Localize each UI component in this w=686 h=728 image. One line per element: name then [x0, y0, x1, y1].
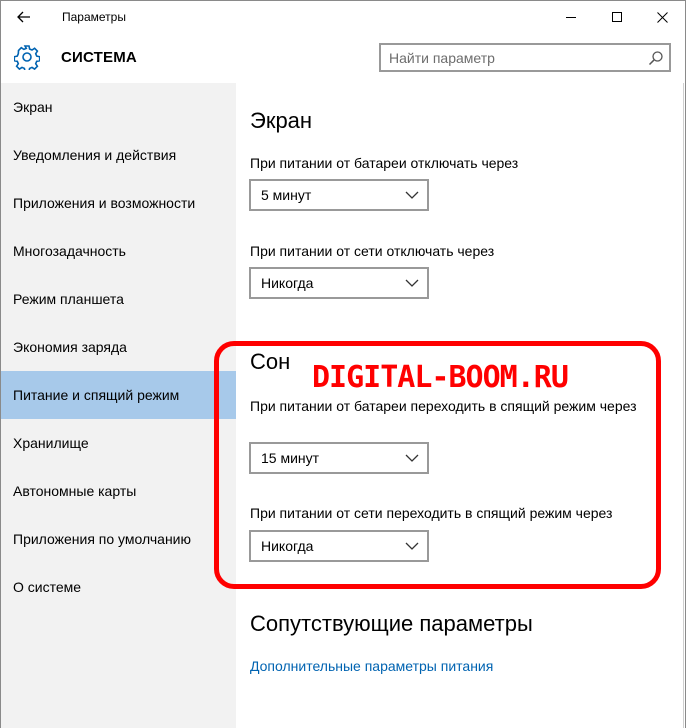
screen-power-label: При питании от сети отключать через — [250, 243, 495, 259]
chevron-down-icon — [405, 279, 419, 287]
close-icon — [656, 11, 668, 23]
sidebar-item-screen[interactable]: Экран — [1, 83, 236, 131]
minimize-button[interactable] — [548, 1, 594, 33]
sidebar-item-tablet-mode[interactable]: Режим планшета — [1, 275, 236, 323]
sidebar-item-default-apps[interactable]: Приложения по умолчанию — [1, 515, 236, 563]
watermark-text: DIGITAL-BOOM.RU — [312, 360, 569, 395]
sidebar-item-power-sleep[interactable]: Питание и спящий режим — [1, 371, 236, 419]
sidebar-item-multitasking[interactable]: Многозадачность — [1, 227, 236, 275]
dropdown-value: 5 минут — [261, 187, 312, 203]
settings-window: Параметры СИСТЕМА Экран Ув — [0, 0, 686, 728]
search-box[interactable] — [379, 43, 671, 72]
close-button[interactable] — [639, 1, 685, 33]
back-button[interactable] — [9, 4, 39, 30]
content-edge — [683, 83, 684, 728]
window-title: Параметры — [62, 10, 126, 24]
sidebar-item-apps-features[interactable]: Приложения и возможности — [1, 179, 236, 227]
settings-header: СИСТЕМА — [1, 33, 685, 83]
minimize-icon — [565, 16, 576, 18]
arrow-left-icon — [17, 11, 30, 23]
advanced-power-settings-link[interactable]: Дополнительные параметры питания — [250, 658, 493, 674]
dropdown-value: Никогда — [261, 275, 314, 291]
sidebar-item-notifications[interactable]: Уведомления и действия — [1, 131, 236, 179]
page-title: СИСТЕМА — [61, 49, 137, 66]
sidebar-item-about[interactable]: О системе — [1, 563, 236, 611]
search-icon[interactable] — [648, 50, 664, 66]
title-bar: Параметры — [1, 1, 685, 33]
gear-icon — [14, 45, 40, 70]
chevron-down-icon — [405, 191, 419, 199]
sidebar-item-storage[interactable]: Хранилище — [1, 419, 236, 467]
sidebar-item-battery-saver[interactable]: Экономия заряда — [1, 323, 236, 371]
screen-battery-label: При питании от батареи отключать через — [250, 155, 519, 171]
search-input[interactable] — [389, 49, 639, 67]
screen-power-dropdown[interactable]: Никогда — [249, 267, 429, 299]
maximize-button[interactable] — [594, 1, 640, 33]
sidebar: Экран Уведомления и действия Приложения … — [1, 83, 236, 728]
maximize-icon — [611, 11, 622, 22]
related-section-title: Сопутствующие параметры — [250, 611, 533, 636]
screen-section-title: Экран — [250, 108, 313, 133]
sidebar-item-offline-maps[interactable]: Автономные карты — [1, 467, 236, 515]
screen-battery-dropdown[interactable]: 5 минут — [249, 179, 429, 211]
